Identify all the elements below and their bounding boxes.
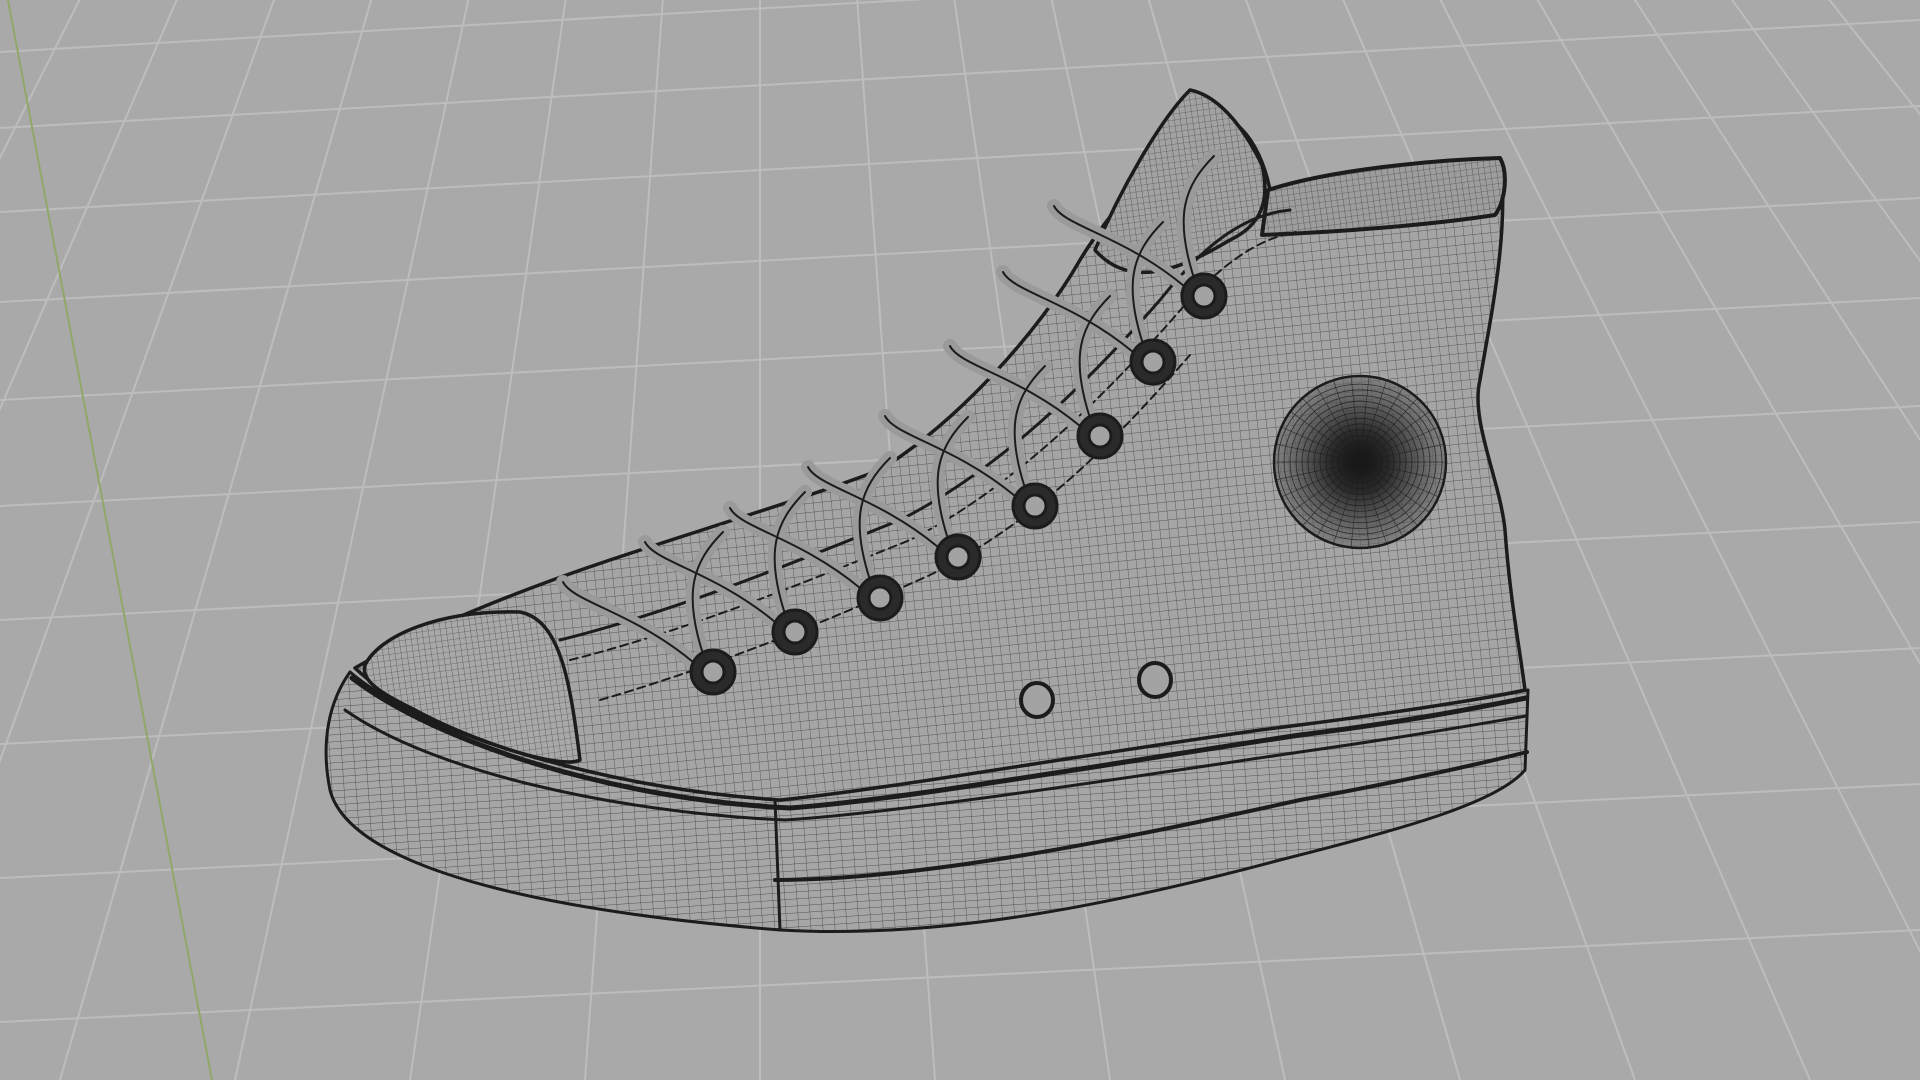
vent-hole bbox=[1137, 661, 1173, 699]
eyelet-hole bbox=[700, 659, 726, 685]
vent-hole bbox=[1019, 681, 1055, 719]
eyelet-hole bbox=[945, 544, 971, 570]
eyelet-hole bbox=[867, 585, 893, 611]
eyelet-hole bbox=[782, 619, 808, 645]
eyelet-hole bbox=[1087, 423, 1113, 449]
viewport-scene[interactable] bbox=[0, 0, 1920, 1080]
eyelet-hole bbox=[1022, 493, 1048, 519]
eyelet-hole bbox=[1191, 283, 1217, 309]
viewport-3d[interactable] bbox=[0, 0, 1920, 1080]
eyelet-hole bbox=[1140, 349, 1166, 375]
